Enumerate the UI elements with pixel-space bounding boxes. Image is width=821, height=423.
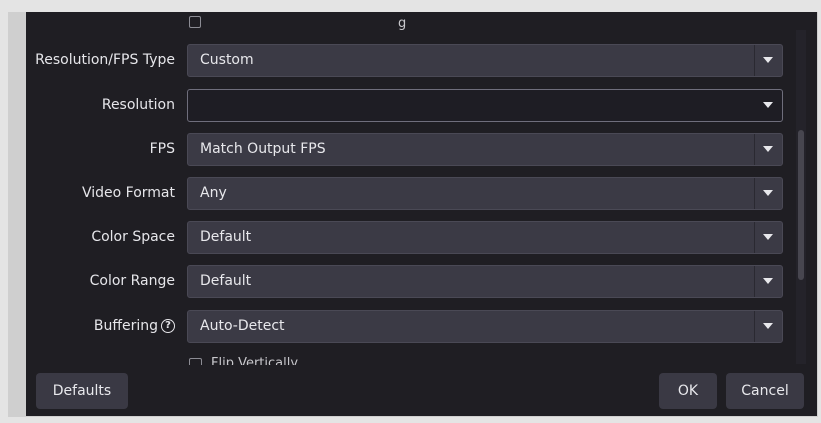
buffering-select[interactable]: Auto-Detect [187,310,783,343]
video-format-value: Any [200,185,227,201]
resolution-fps-type-select[interactable]: Custom [187,44,783,77]
partial-checkbox-label: g [398,16,407,31]
row-color-range: Color Range Default [26,265,786,298]
flip-vertically-label: Flip Vertically [211,356,299,365]
buffering-value: Auto-Detect [200,318,285,334]
color-range-label: Color Range [89,273,175,289]
partial-top-row: g [26,12,817,34]
flip-vertically-checkbox[interactable] [189,358,202,365]
video-format-select[interactable]: Any [187,177,783,210]
resolution-label: Resolution [101,97,175,113]
help-circle-icon[interactable]: ? [161,319,175,333]
row-fps: FPS Match Output FPS [26,133,786,166]
video-format-label: Video Format [81,185,175,201]
properties-dialog: g Resolution/FPS Type Custom Resolution … [26,12,817,416]
partial-bottom-row: Flip Vertically [26,356,786,365]
scrollbar-thumb[interactable] [798,130,804,280]
color-range-select[interactable]: Default [187,265,783,298]
buffering-label-group: Buffering? [94,310,175,343]
fps-label: FPS [149,141,175,157]
chevron-down-icon[interactable] [754,311,782,342]
ok-button[interactable]: OK [659,373,717,409]
partial-checkbox[interactable] [189,16,201,28]
color-space-value: Default [200,229,252,245]
color-space-label: Color Space [91,229,175,245]
row-resolution: Resolution [26,89,786,122]
resolution-select[interactable] [187,89,783,122]
resolution-fps-type-value: Custom [200,52,254,68]
chevron-down-icon[interactable] [754,266,782,297]
fps-value: Match Output FPS [200,141,326,157]
resolution-fps-type-label: Resolution/FPS Type [35,52,175,68]
row-color-space: Color Space Default [26,221,786,254]
row-resolution-fps-type: Resolution/FPS Type Custom [26,44,786,77]
color-range-value: Default [200,273,252,289]
vertical-scrollbar[interactable] [796,30,806,364]
cancel-button[interactable]: Cancel [726,373,804,409]
row-video-format: Video Format Any [26,177,786,210]
chevron-down-icon[interactable] [754,222,782,253]
chevron-down-icon[interactable] [754,178,782,209]
buffering-label: Buffering [93,318,158,334]
chevron-down-icon[interactable] [754,134,782,165]
color-space-select[interactable]: Default [187,221,783,254]
chevron-down-icon[interactable] [754,45,782,76]
row-buffering: Buffering? Auto-Detect [26,310,786,343]
chevron-down-icon[interactable] [755,90,782,121]
defaults-button[interactable]: Defaults [36,373,128,409]
fps-select[interactable]: Match Output FPS [187,133,783,166]
